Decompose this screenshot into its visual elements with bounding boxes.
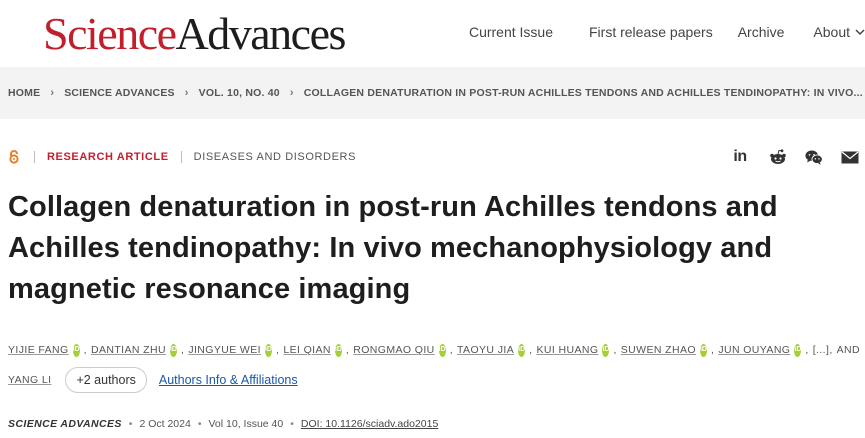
- divider: [34, 151, 35, 163]
- author-name[interactable]: KUI HUANG: [536, 343, 598, 357]
- chevron-right-icon: ›: [50, 87, 55, 99]
- author-separator: ,: [613, 344, 617, 356]
- open-access-icon: [9, 150, 19, 164]
- orcid-icon[interactable]: iD: [518, 343, 526, 357]
- author-separator: ,: [345, 344, 350, 356]
- nav-about[interactable]: About: [813, 24, 865, 40]
- doi-link[interactable]: DOI: 10.1126/sciadv.ado2015: [301, 418, 438, 430]
- nav-first-release-papers[interactable]: First release papers: [589, 24, 713, 40]
- author-separator: ,: [83, 344, 87, 356]
- breadcrumb-current: COLLAGEN DENATURATION IN POST-RUN ACHILL…: [303, 87, 863, 99]
- orcid-icon[interactable]: iD: [602, 343, 610, 357]
- orcid-icon[interactable]: iD: [794, 343, 802, 357]
- author-separator: ,: [710, 344, 715, 356]
- author-name[interactable]: YANG LI: [8, 373, 51, 387]
- email-icon[interactable]: [841, 148, 859, 166]
- orcid-icon[interactable]: iD: [72, 343, 80, 357]
- reddit-icon[interactable]: [769, 148, 787, 166]
- breadcrumb-home[interactable]: HOME: [8, 87, 40, 99]
- separator-dot: •: [128, 418, 133, 430]
- authors-and: AND: [836, 344, 861, 356]
- author-name[interactable]: LEI QIAN: [283, 343, 331, 357]
- author-name[interactable]: SUWEN ZHAO: [621, 343, 696, 357]
- orcid-icon[interactable]: iD: [334, 343, 342, 357]
- logo-science: Science: [43, 8, 177, 59]
- author-separator: ,: [805, 344, 809, 356]
- citation-date: 2 Oct 2024: [139, 418, 191, 430]
- author-separator: ,: [276, 344, 280, 356]
- citation-line: SCIENCE ADVANCES • 2 Oct 2024 • Vol 10, …: [8, 418, 438, 430]
- divider: [180, 151, 182, 163]
- orcid-icon[interactable]: iD: [438, 343, 446, 357]
- article-subject[interactable]: DISEASES AND DISORDERS: [194, 151, 356, 163]
- authors-ellipsis[interactable]: [...]: [813, 343, 830, 357]
- linkedin-icon[interactable]: in: [731, 148, 749, 166]
- main-nav: Current Issue First release papers Archi…: [469, 24, 865, 40]
- article-meta: RESEARCH ARTICLE DISEASES AND DISORDERS: [8, 150, 356, 164]
- wechat-icon[interactable]: [805, 148, 823, 166]
- site-header: ScienceAdvances Current Issue First rele…: [0, 0, 865, 66]
- author-name[interactable]: DANTIAN ZHU: [91, 343, 166, 357]
- logo-advances: Advances: [175, 8, 347, 59]
- author-name[interactable]: RONGMAO QIU: [353, 343, 434, 357]
- author-list: YIJIE FANG iD , DANTIAN ZHU iD , JINGYUE…: [8, 343, 860, 393]
- nav-archive[interactable]: Archive: [738, 24, 785, 40]
- author-separator: ,: [529, 344, 533, 356]
- nav-about-label: About: [813, 24, 850, 40]
- separator-dot: •: [290, 418, 294, 430]
- article-type[interactable]: RESEARCH ARTICLE: [47, 151, 169, 163]
- citation-volume[interactable]: Vol 10, Issue 40: [209, 418, 284, 430]
- chevron-down-icon: [855, 28, 865, 35]
- author-separator: ,: [180, 344, 185, 356]
- author-name[interactable]: JINGYUE WEI: [188, 343, 261, 357]
- orcid-icon[interactable]: iD: [169, 343, 177, 357]
- breadcrumb-issue[interactable]: VOL. 10, NO. 40: [199, 87, 280, 99]
- chevron-right-icon: ›: [289, 87, 294, 99]
- authors-info-link[interactable]: Authors Info & Affiliations: [159, 373, 298, 387]
- separator-dot: •: [197, 418, 202, 430]
- more-authors-button[interactable]: +2 authors: [65, 367, 147, 393]
- orcid-icon[interactable]: iD: [264, 343, 272, 357]
- share-bar: in: [731, 148, 859, 166]
- breadcrumb-journal[interactable]: SCIENCE ADVANCES: [64, 87, 175, 99]
- chevron-right-icon: ›: [184, 87, 189, 99]
- author-separator: ,: [449, 344, 454, 356]
- author-name[interactable]: TAOYU JIA: [457, 343, 514, 357]
- author-name[interactable]: JUN OUYANG: [718, 343, 790, 357]
- site-logo[interactable]: ScienceAdvances: [43, 6, 347, 62]
- author-row-2: YANG LI +2 authors Authors Info & Affili…: [8, 367, 860, 393]
- citation-journal[interactable]: SCIENCE ADVANCES: [8, 418, 122, 430]
- author-separator: ,: [829, 344, 833, 356]
- article-title: Collagen denaturation in post-run Achill…: [8, 191, 778, 305]
- author-name[interactable]: YIJIE FANG: [8, 343, 69, 357]
- orcid-icon[interactable]: iD: [699, 343, 707, 357]
- nav-current-issue[interactable]: Current Issue: [469, 24, 553, 40]
- breadcrumb: HOME › SCIENCE ADVANCES › VOL. 10, NO. 4…: [0, 67, 865, 119]
- author-row: YIJIE FANG iD , DANTIAN ZHU iD , JINGYUE…: [8, 343, 860, 357]
